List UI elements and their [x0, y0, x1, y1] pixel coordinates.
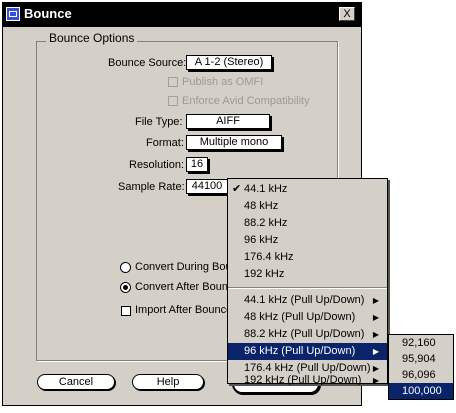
- sample-rate-select[interactable]: 44100: [186, 179, 228, 194]
- menu-item-label: 192 kHz: [244, 268, 285, 280]
- menu-item-48khz[interactable]: 48 kHz: [228, 198, 387, 215]
- menu-item-label: 48 kHz: [244, 200, 279, 212]
- menu-item-label: 96 kHz: [244, 234, 279, 246]
- submenu-arrow-icon: ▶: [372, 296, 379, 305]
- submenu-arrow-icon: ▶: [372, 347, 379, 356]
- menu-item-label: 88.2 kHz: [244, 217, 288, 229]
- menu-item-88-2khz-pull[interactable]: 88.2 kHz (Pull Up/Down) ▶: [228, 326, 387, 343]
- submenu-item-96096[interactable]: 96,096: [389, 367, 453, 383]
- menu-item-label: 88.2 kHz (Pull Up/Down): [244, 328, 365, 340]
- convert-during-label: Convert During Bou: [135, 261, 232, 273]
- submenu-arrow-icon: ▶: [372, 330, 379, 339]
- menu-item-48khz-pull[interactable]: 48 kHz (Pull Up/Down) ▶: [228, 309, 387, 326]
- close-button[interactable]: X: [339, 7, 355, 21]
- format-select[interactable]: Multiple mono: [186, 135, 282, 150]
- import-after-checkbox[interactable]: [121, 306, 131, 316]
- menu-item-192khz[interactable]: 192 kHz: [228, 266, 387, 283]
- menu-item-label: 192 kHz (Pull Up/Down): [244, 375, 362, 385]
- submenu-item-92160[interactable]: 92,160: [389, 335, 453, 351]
- menu-item-96khz[interactable]: 96 kHz: [228, 232, 387, 249]
- import-after-label: Import After Bounce: [135, 304, 233, 316]
- submenu-item-100000[interactable]: 100,000: [389, 383, 453, 399]
- menu-item-176-4khz[interactable]: 176.4 kHz: [228, 249, 387, 266]
- pull-up-down-submenu: 92,160 95,904 96,096 100,000: [388, 334, 454, 400]
- title-bar[interactable]: Bounce X: [3, 3, 361, 27]
- menu-item-44-1khz[interactable]: ✔ 44.1 kHz: [228, 181, 387, 198]
- submenu-item-95904[interactable]: 95,904: [389, 351, 453, 367]
- menu-item-44-1khz-pull[interactable]: 44.1 kHz (Pull Up/Down) ▶: [228, 292, 387, 309]
- menu-item-96khz-pull[interactable]: 96 kHz (Pull Up/Down) ▶: [228, 343, 387, 360]
- resolution-label: Resolution:: [129, 159, 185, 171]
- checkmark-icon: ✔: [232, 183, 242, 195]
- convert-during-radio[interactable]: [120, 262, 131, 273]
- resolution-select[interactable]: 16: [186, 157, 208, 172]
- bounce-source-select[interactable]: A 1-2 (Stereo): [186, 55, 272, 70]
- publish-omfi-label: Publish as OMFI: [182, 76, 264, 88]
- format-label: Format:: [146, 137, 184, 149]
- group-title: Bounce Options: [46, 31, 138, 45]
- submenu-arrow-icon: ▶: [372, 313, 379, 322]
- bounce-source-label: Bounce Source:: [108, 57, 187, 69]
- menu-item-label: 48 kHz (Pull Up/Down): [244, 311, 356, 323]
- sample-rate-label: Sample Rate:: [118, 181, 185, 193]
- menu-item-192khz-pull[interactable]: 192 kHz (Pull Up/Down) ▶: [228, 375, 387, 385]
- publish-omfi-checkbox[interactable]: [168, 77, 178, 87]
- menu-separator: [228, 287, 387, 289]
- cancel-button[interactable]: Cancel: [37, 374, 115, 390]
- menu-item-label: 96 kHz (Pull Up/Down): [244, 345, 356, 357]
- convert-after-label: Convert After Boun: [135, 281, 228, 293]
- menu-item-label: 44.1 kHz (Pull Up/Down): [244, 294, 365, 306]
- submenu-arrow-icon: ▶: [372, 376, 379, 385]
- menu-item-label: 176.4 kHz: [244, 251, 294, 263]
- file-type-label: File Type:: [135, 116, 183, 128]
- enforce-avid-checkbox[interactable]: [168, 96, 178, 106]
- window-title: Bounce: [24, 6, 72, 21]
- menu-item-88-2khz[interactable]: 88.2 kHz: [228, 215, 387, 232]
- enforce-avid-label: Enforce Avid Compatibility: [182, 95, 310, 107]
- file-type-select[interactable]: AIFF: [186, 114, 270, 129]
- help-button[interactable]: Help: [132, 374, 204, 390]
- app-icon: [6, 7, 20, 21]
- convert-after-radio[interactable]: [120, 282, 131, 293]
- menu-item-label: 44.1 kHz: [244, 183, 288, 195]
- sample-rate-menu: ✔ 44.1 kHz 48 kHz 88.2 kHz 96 kHz 176.4 …: [227, 178, 388, 385]
